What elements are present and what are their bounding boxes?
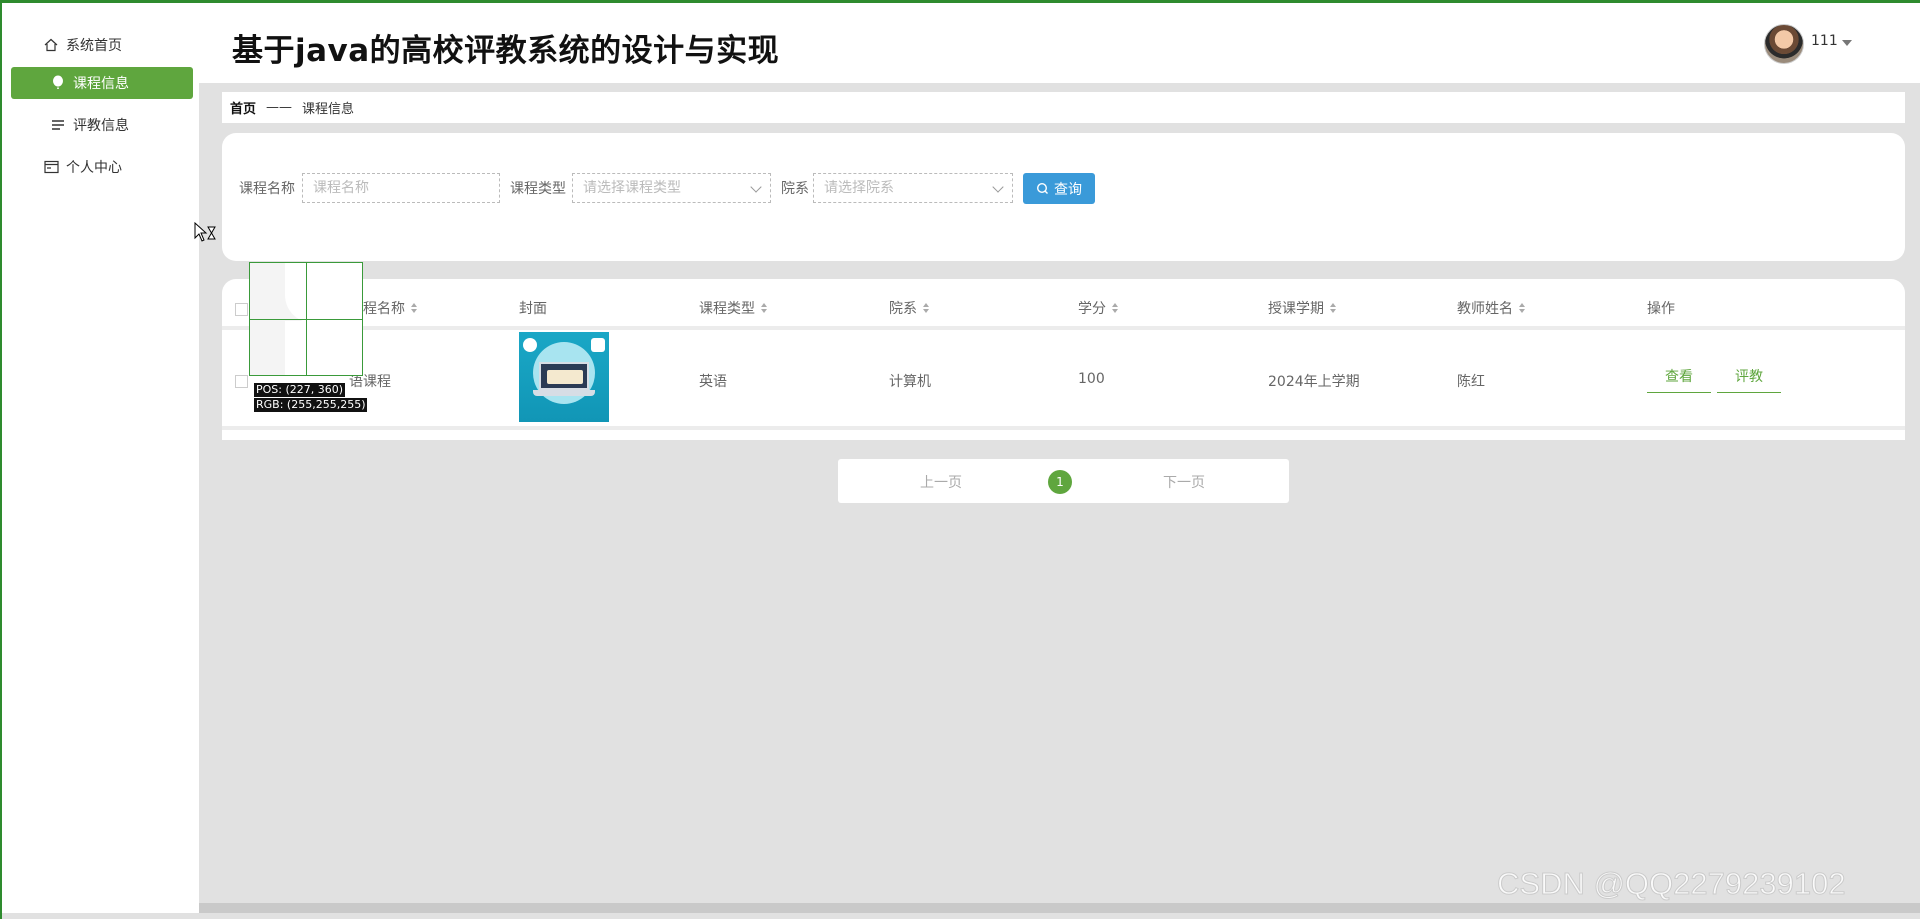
search-panel: 课程名称 课程名称 课程类型 请选择课程类型 院系 请选择院系 查询 xyxy=(222,133,1905,261)
chevron-down-icon xyxy=(750,181,762,193)
department-placeholder: 请选择院系 xyxy=(824,180,894,196)
sort-icon xyxy=(411,303,417,313)
course-type-placeholder: 请选择课程类型 xyxy=(583,180,681,196)
avatar[interactable] xyxy=(1764,24,1804,64)
course-table: 课程名称 封面 课程类型 院系 学分 授课学期 教师姓名 操作 语课程 英语 计… xyxy=(222,279,1905,439)
column-header-teacher[interactable]: 教师姓名 xyxy=(1457,298,1525,318)
row-checkbox[interactable] xyxy=(235,375,248,388)
row-divider xyxy=(222,326,1905,330)
sidebar-item-evaluation-info[interactable]: 评教信息 xyxy=(11,109,193,141)
next-page-button[interactable]: 下一页 xyxy=(1163,472,1205,492)
sidebar-item-label: 课程信息 xyxy=(73,76,129,92)
course-name-label: 课程名称 xyxy=(239,181,295,197)
watermark: CSDN @QQ2279239102 xyxy=(1497,866,1847,902)
column-header-department[interactable]: 院系 xyxy=(889,298,929,318)
evaluate-button[interactable]: 评教 xyxy=(1717,366,1781,393)
query-button-label: 查询 xyxy=(1054,181,1082,198)
sidebar-item-label: 系统首页 xyxy=(66,38,122,54)
query-button[interactable]: 查询 xyxy=(1023,173,1095,204)
column-header-cover: 封面 xyxy=(519,301,547,317)
course-type-select[interactable]: 请选择课程类型 xyxy=(572,173,771,203)
sidebar: 系统首页 课程信息 评教信息 个人中心 xyxy=(2,3,199,913)
sidebar-item-course-info[interactable]: 课程信息 xyxy=(11,67,193,99)
course-cover-image xyxy=(519,332,609,422)
column-header-semester[interactable]: 授课学期 xyxy=(1268,298,1336,318)
sort-icon xyxy=(1112,303,1118,313)
course-type-label: 课程类型 xyxy=(510,181,566,197)
department-cell: 计算机 xyxy=(889,374,931,390)
department-select[interactable]: 请选择院系 xyxy=(813,173,1013,203)
breadcrumb: 首页 —— 课程信息 xyxy=(222,92,1905,123)
sort-icon xyxy=(923,303,929,313)
sort-icon xyxy=(1519,303,1525,313)
pagination: 上一页 1 下一页 xyxy=(838,459,1289,503)
search-icon xyxy=(1036,182,1048,194)
department-label: 院系 xyxy=(781,181,809,197)
teacher-cell: 陈红 xyxy=(1457,374,1485,390)
view-button[interactable]: 查看 xyxy=(1647,366,1711,393)
header: 基于java的高校评教系统的设计与实现 111 xyxy=(199,3,1920,83)
row-divider xyxy=(222,426,1905,430)
credits-cell: 100 xyxy=(1078,371,1105,387)
list-icon xyxy=(49,116,67,134)
sidebar-item-home[interactable]: 系统首页 xyxy=(11,29,193,61)
balloon-icon xyxy=(49,74,67,92)
card-icon xyxy=(42,158,60,176)
breadcrumb-home[interactable]: 首页 xyxy=(230,98,256,117)
page-title: 基于java的高校评教系统的设计与实现 xyxy=(232,33,780,69)
home-icon xyxy=(42,36,60,54)
breadcrumb-current: 课程信息 xyxy=(302,102,355,117)
horizontal-scrollbar[interactable] xyxy=(199,903,1920,913)
busy-cursor-icon xyxy=(194,222,216,242)
select-all-checkbox[interactable] xyxy=(235,303,248,316)
position-readout: POS: (227, 360) xyxy=(254,383,346,397)
color-readout: RGB: (255,255,255) xyxy=(254,398,368,412)
magnifier-overlay xyxy=(249,262,363,376)
chevron-down-icon xyxy=(992,181,1004,193)
course-name-input[interactable]: 课程名称 xyxy=(302,173,500,203)
sidebar-item-personal-center[interactable]: 个人中心 xyxy=(11,151,193,183)
sidebar-item-label: 评教信息 xyxy=(73,118,129,134)
prev-page-button[interactable]: 上一页 xyxy=(920,472,962,492)
username[interactable]: 111 xyxy=(1811,33,1838,49)
course-type-cell: 英语 xyxy=(699,374,727,390)
sort-icon xyxy=(761,303,767,313)
semester-cell: 2024年上学期 xyxy=(1268,374,1360,390)
caret-down-icon[interactable] xyxy=(1842,40,1852,46)
table-footer xyxy=(222,434,1905,440)
breadcrumb-separator: —— xyxy=(266,100,293,115)
column-header-course-type[interactable]: 课程类型 xyxy=(699,298,767,318)
sidebar-item-label: 个人中心 xyxy=(66,160,122,176)
column-header-credits[interactable]: 学分 xyxy=(1078,298,1118,318)
column-header-actions: 操作 xyxy=(1647,301,1675,317)
page-number-current[interactable]: 1 xyxy=(1048,470,1072,494)
sort-icon xyxy=(1330,303,1336,313)
